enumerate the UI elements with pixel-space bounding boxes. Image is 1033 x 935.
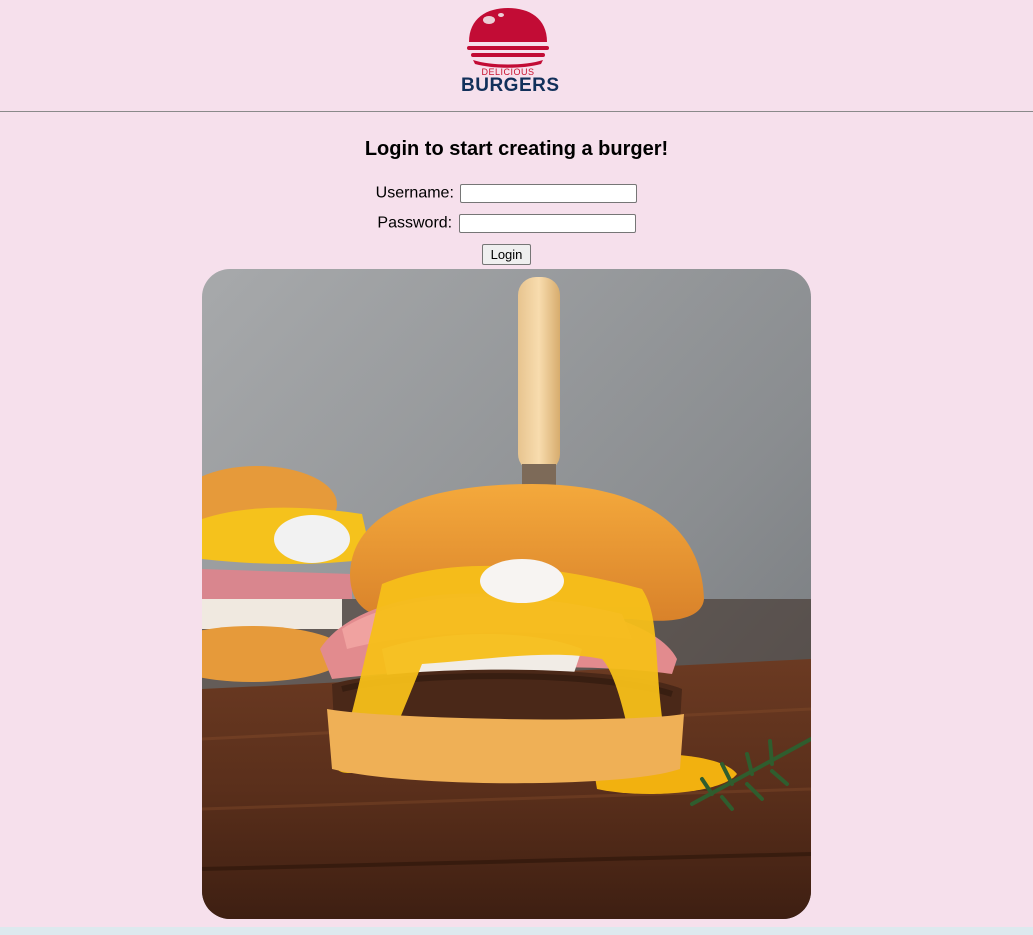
- delicious-burgers-logo[interactable]: DELICIOUS BURGERS: [461, 6, 560, 98]
- site-header: DELICIOUS BURGERS: [0, 0, 1033, 112]
- username-row: Username:: [0, 184, 1013, 203]
- password-label: Password:: [377, 214, 453, 232]
- burger-icon: [467, 8, 549, 68]
- password-row: Password:: [0, 214, 1013, 233]
- password-input[interactable]: [458, 214, 636, 233]
- page-footer-strip: [0, 927, 1033, 935]
- username-input[interactable]: [460, 184, 638, 203]
- login-button[interactable]: Login: [482, 244, 531, 265]
- page-title: Login to start creating a burger!: [364, 138, 669, 160]
- burger-photo: [202, 269, 811, 919]
- username-label: Username:: [375, 184, 454, 202]
- burger-photo-illustration: [202, 269, 811, 919]
- logo-brand-name: BURGERS: [461, 75, 560, 96]
